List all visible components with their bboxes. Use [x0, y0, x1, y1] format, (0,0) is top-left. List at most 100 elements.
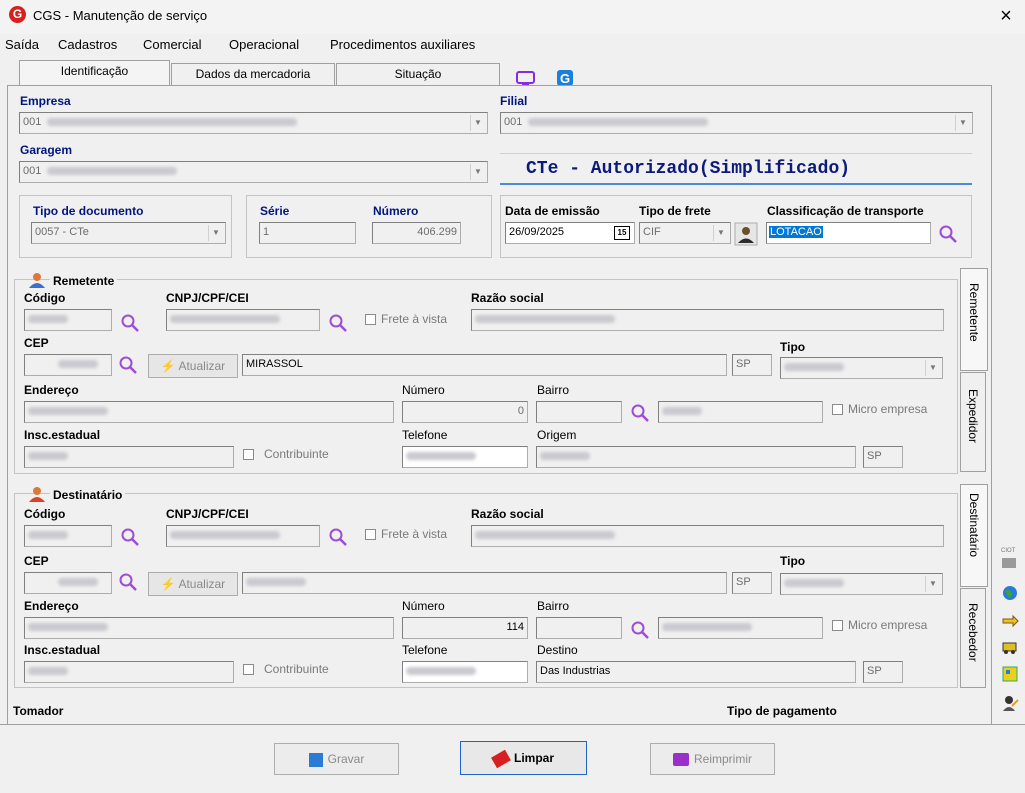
search-icon[interactable] [118, 572, 138, 592]
dest-frete-vista-label: Frete à vista [381, 527, 448, 541]
serie-field[interactable]: 1 [259, 222, 356, 244]
dest-destino-field[interactable]: Das Industrias [536, 661, 856, 683]
dest-uf-field[interactable]: SP [732, 572, 772, 594]
search-icon[interactable] [118, 355, 138, 375]
garagem-select[interactable]: 001 ▼ [19, 161, 488, 183]
side-tab-recebedor[interactable]: Recebedor [960, 588, 986, 688]
pointing-hand-icon[interactable] [1001, 611, 1019, 629]
rem-cnpj-field[interactable] [166, 309, 320, 331]
limpar-label: Limpar [513, 751, 554, 765]
ciot-card [1002, 558, 1016, 568]
rem-origem-uf-field[interactable]: SP [863, 446, 903, 468]
dest-tipo-select[interactable]: ▼ [780, 573, 943, 595]
dest-cidade-field[interactable] [242, 572, 727, 594]
class-transp-field[interactable]: LOTACAO [766, 222, 931, 244]
dest-numero-field[interactable]: 114 [402, 617, 528, 639]
rem-endereco-field[interactable] [24, 401, 394, 423]
tab-situacao[interactable]: Situação [336, 63, 500, 85]
side-tab-expedidor[interactable]: Expedidor [960, 372, 986, 472]
side-tab-remetente[interactable]: Remetente [960, 268, 988, 371]
tipo-frete-select[interactable]: CIF ▼ [639, 222, 731, 244]
rem-bairro-code-field[interactable] [536, 401, 622, 423]
lightning-icon: ⚡ [160, 359, 176, 373]
tab-identificacao[interactable]: Identificação [19, 60, 170, 86]
dest-destino-uf-field[interactable]: SP [863, 661, 903, 683]
rem-frete-vista-label: Frete à vista [381, 312, 448, 326]
empresa-label: Empresa [20, 94, 71, 108]
filial-select[interactable]: 001 ▼ [500, 112, 973, 134]
close-window-button[interactable]: × [995, 4, 1017, 28]
dest-bairro-field[interactable] [658, 617, 823, 639]
search-icon[interactable] [328, 527, 348, 547]
dest-micro-empresa-checkbox[interactable] [832, 620, 843, 631]
rem-tipo-label: Tipo [780, 340, 806, 354]
menu-saida[interactable]: Saída [5, 37, 39, 52]
search-icon[interactable] [630, 403, 650, 423]
dest-contribuinte-checkbox[interactable] [243, 664, 254, 675]
data-emissao-field[interactable]: 26/09/2025 15 [505, 222, 635, 244]
search-icon[interactable] [938, 224, 958, 244]
rem-micro-empresa-checkbox[interactable] [832, 404, 843, 415]
rem-origem-label: Origem [537, 428, 577, 442]
globe-icon[interactable] [1001, 584, 1019, 602]
tab-dados-mercadoria[interactable]: Dados da mercadoria [171, 63, 335, 85]
rem-cidade-field[interactable]: MIRASSOL [242, 354, 727, 376]
ciot-label: CIOT [1001, 548, 1016, 554]
rem-frete-vista-checkbox[interactable] [365, 314, 376, 325]
search-icon[interactable] [328, 313, 348, 333]
search-icon[interactable] [120, 527, 140, 547]
driver-person-icon[interactable] [734, 222, 758, 246]
rem-origem-field[interactable] [536, 446, 856, 468]
dest-insc-label: Insc.estadual [24, 643, 101, 657]
search-icon[interactable] [120, 313, 140, 333]
dest-atualizar-button[interactable]: ⚡ Atualizar [148, 572, 238, 596]
search-icon[interactable] [630, 620, 650, 640]
rem-cnpj-label: CNPJ/CPF/CEI [166, 291, 249, 305]
rem-numero-field[interactable]: 0 [402, 401, 528, 423]
remetente-title: Remetente [50, 274, 118, 288]
menu-procedimentos-auxiliares[interactable]: Procedimentos auxiliares [330, 37, 475, 52]
cargo-icon[interactable] [1001, 664, 1019, 684]
tipo-pagamento-label: Tipo de pagamento [727, 704, 837, 718]
menu-comercial[interactable]: Comercial [143, 37, 202, 52]
rem-insc-field[interactable] [24, 446, 234, 468]
person-edit-icon[interactable] [1001, 694, 1019, 712]
dest-bairro-code-field[interactable] [536, 617, 622, 639]
reimprimir-button[interactable]: Reimprimir [650, 743, 775, 775]
numero-label: Número [373, 204, 419, 218]
rem-atualizar-button[interactable]: ⚡ Atualizar [148, 354, 238, 378]
side-tab-destinatario[interactable]: Destinatário [960, 484, 988, 587]
rem-telefone-label: Telefone [402, 428, 448, 442]
dest-razao-field[interactable] [471, 525, 944, 547]
menu-cadastros[interactable]: Cadastros [58, 37, 117, 52]
tipo-doc-select[interactable]: 0057 - CTe ▼ [31, 222, 226, 244]
rem-tipo-select[interactable]: ▼ [780, 357, 943, 379]
rem-telefone-field[interactable] [402, 446, 528, 468]
numero-field[interactable]: 406.299 [372, 222, 461, 244]
rem-insc-label: Insc.estadual [24, 428, 101, 442]
dest-telefone-field[interactable] [402, 661, 528, 683]
truck-back-icon[interactable] [1001, 638, 1019, 656]
rem-razao-field[interactable] [471, 309, 944, 331]
limpar-button[interactable]: Limpar [460, 741, 587, 775]
ciot-icon[interactable]: CIOT [999, 548, 1021, 572]
rem-cep-field[interactable] [24, 354, 112, 376]
empresa-select[interactable]: 001 ▼ [19, 112, 488, 134]
serie-label: Série [260, 204, 290, 218]
menu-operacional[interactable]: Operacional [229, 37, 299, 52]
dest-insc-field[interactable] [24, 661, 234, 683]
chevron-down-icon: ▼ [470, 164, 485, 180]
dest-cep-field[interactable] [24, 572, 112, 594]
rem-contribuinte-checkbox[interactable] [243, 449, 254, 460]
dest-codigo-field[interactable] [24, 525, 112, 547]
rem-uf-field[interactable]: SP [732, 354, 772, 376]
dest-frete-vista-checkbox[interactable] [365, 529, 376, 540]
gravar-button[interactable]: Gravar [274, 743, 399, 775]
dest-endereco-field[interactable] [24, 617, 394, 639]
rem-codigo-field[interactable] [24, 309, 112, 331]
tipo-doc-value: 0057 - CTe [35, 226, 89, 238]
rem-bairro-field[interactable] [658, 401, 823, 423]
lightning-icon: ⚡ [160, 577, 176, 591]
calendar-icon[interactable]: 15 [614, 226, 630, 240]
dest-cnpj-field[interactable] [166, 525, 320, 547]
